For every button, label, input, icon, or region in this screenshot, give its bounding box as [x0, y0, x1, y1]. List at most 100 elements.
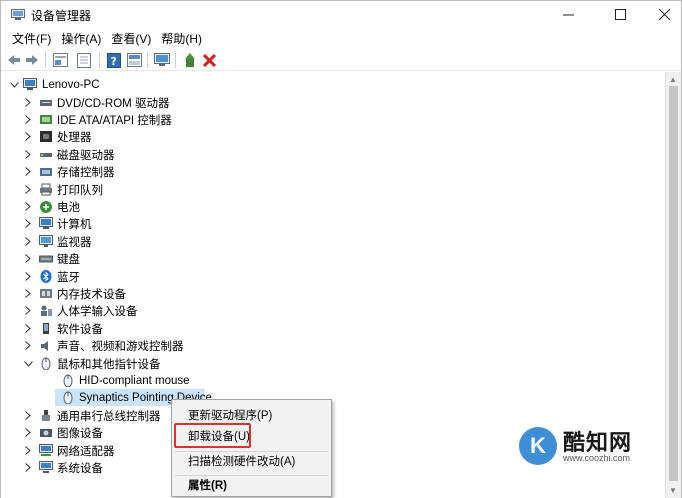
printer-icon: [39, 183, 53, 196]
tree-item-label: 系统设备: [57, 462, 103, 475]
tree-category-row[interactable]: 鼠标和其他指针设备: [1, 355, 661, 372]
context-scan-hardware[interactable]: 扫描检测硬件改动(A): [172, 452, 331, 472]
tree-category-row[interactable]: DVD/CD-ROM 驱动器: [1, 94, 661, 111]
chevron-right-icon[interactable]: [23, 115, 33, 125]
tree-category-row[interactable]: 键盘: [1, 250, 661, 267]
processor-icon: [39, 130, 53, 143]
tree-category-row[interactable]: 打印队列: [1, 181, 661, 198]
chevron-right-icon[interactable]: [23, 167, 33, 177]
chevron-right-icon[interactable]: [23, 324, 33, 334]
tree-item-label: 蓝牙: [57, 271, 80, 284]
tree-item-label: 处理器: [57, 131, 92, 144]
ide-controller-icon: [39, 113, 53, 126]
tree-item-label: 键盘: [57, 253, 80, 266]
chevron-right-icon[interactable]: [23, 463, 33, 473]
tree-category-row[interactable]: 处理器: [1, 128, 661, 145]
usb-icon: [39, 409, 53, 422]
disable-device-icon[interactable]: [181, 51, 199, 69]
battery-icon: [39, 200, 53, 213]
forward-icon[interactable]: [23, 51, 41, 69]
chevron-down-icon[interactable]: [9, 80, 19, 90]
chevron-right-icon[interactable]: [23, 237, 33, 247]
tree-category-row[interactable]: 监视器: [1, 233, 661, 250]
maximize-button[interactable]: [598, 1, 643, 28]
tree-category-row[interactable]: 声音、视频和游戏控制器: [1, 337, 661, 354]
chevron-right-icon[interactable]: [23, 446, 33, 456]
toolbar: ?: [1, 49, 681, 71]
chevron-right-icon[interactable]: [23, 219, 33, 229]
chevron-right-icon[interactable]: [23, 132, 33, 142]
window-title: 设备管理器: [31, 9, 92, 23]
tree-category-row[interactable]: IDE ATA/ATAPI 控制器: [1, 111, 661, 128]
scroll-down-arrow-icon[interactable]: ▼: [669, 486, 677, 495]
chevron-right-icon[interactable]: [23, 306, 33, 316]
chevron-right-icon[interactable]: [23, 185, 33, 195]
chevron-down-icon[interactable]: [23, 359, 33, 369]
toolbar-separator: [45, 52, 46, 68]
menu-help[interactable]: 帮助(H): [156, 29, 207, 49]
chevron-right-icon[interactable]: [23, 150, 33, 160]
tree-item-label: 电池: [57, 201, 80, 214]
tree-category-row[interactable]: 软件设备: [1, 320, 661, 337]
chevron-right-icon[interactable]: [23, 428, 33, 438]
context-menu: 更新驱动程序(P) 卸载设备(U) 扫描检测硬件改动(A) 属性(R): [171, 399, 332, 497]
speaker-icon: [39, 339, 53, 352]
menu-view[interactable]: 查看(V): [106, 29, 156, 49]
scan-icon[interactable]: [125, 51, 143, 69]
mouse-icon: [39, 357, 53, 370]
chevron-right-icon[interactable]: [23, 98, 33, 108]
title-bar: 设备管理器: [1, 1, 681, 28]
tree-item-label: 通用串行总线控制器: [57, 410, 161, 423]
back-icon[interactable]: [5, 51, 23, 69]
context-properties[interactable]: 属性(R): [172, 476, 331, 496]
properties-icon[interactable]: [51, 51, 69, 69]
computer-icon: [39, 217, 53, 230]
tree-category-row[interactable]: 电池: [1, 198, 661, 215]
update-driver-icon[interactable]: [153, 51, 171, 69]
show-hidden-icon[interactable]: [75, 51, 93, 69]
chevron-right-icon[interactable]: [23, 272, 33, 282]
tree-category-row[interactable]: 人体学输入设备: [1, 302, 661, 319]
menu-file[interactable]: 文件(F): [7, 29, 56, 49]
scroll-up-arrow-icon[interactable]: ▲: [669, 75, 677, 84]
hid-icon: [39, 304, 53, 317]
chevron-right-icon[interactable]: [23, 254, 33, 264]
mouse-icon: [61, 374, 75, 387]
tree-item-label: 监视器: [57, 236, 92, 249]
svg-text:?: ?: [111, 55, 117, 68]
tree-root[interactable]: Lenovo-PC: [1, 76, 661, 93]
tree-item-label: 鼠标和其他指针设备: [57, 358, 161, 371]
network-icon: [39, 444, 53, 457]
tree-category-row[interactable]: 计算机: [1, 215, 661, 232]
device-manager-window: 设备管理器 文件(F) 操作(A) 查看(V) 帮助(H) ? Lenovo-P…: [0, 0, 682, 498]
tree-item-label: DVD/CD-ROM 驱动器: [57, 97, 170, 110]
chevron-right-icon[interactable]: [23, 411, 33, 421]
close-button[interactable]: [642, 1, 682, 28]
tree-item-label: 存储控制器: [57, 166, 115, 179]
tree-device-row[interactable]: HID-compliant mouse: [1, 372, 661, 389]
menu-bar: 文件(F) 操作(A) 查看(V) 帮助(H): [1, 29, 681, 49]
tree-item-label: 软件设备: [57, 323, 103, 336]
monitor-icon: [39, 235, 53, 248]
storage-controller-icon: [39, 165, 53, 178]
tree-category-row[interactable]: 内存技术设备: [1, 285, 661, 302]
chevron-right-icon[interactable]: [23, 341, 33, 351]
tree-category-row[interactable]: 磁盘驱动器: [1, 146, 661, 163]
tree-item-label: 打印队列: [57, 184, 103, 197]
tree-root-label: Lenovo-PC: [42, 78, 100, 91]
chevron-right-icon[interactable]: [23, 289, 33, 299]
tree-category-row[interactable]: 蓝牙: [1, 268, 661, 285]
disk-drive-icon: [39, 148, 53, 161]
software-device-icon: [39, 322, 53, 335]
help-icon[interactable]: ?: [105, 51, 123, 69]
tree-item-label: 图像设备: [57, 427, 103, 440]
watermark-url: www.coozhi.com: [563, 453, 631, 463]
tree-category-row[interactable]: 存储控制器: [1, 163, 661, 180]
uninstall-icon[interactable]: [200, 51, 218, 69]
minimize-button[interactable]: [546, 1, 591, 28]
scrollbar-thumb[interactable]: [669, 86, 678, 481]
chevron-right-icon[interactable]: [23, 202, 33, 212]
menu-action[interactable]: 操作(A): [56, 29, 106, 49]
tree-item-label: HID-compliant mouse: [79, 374, 190, 387]
mouse-icon: [61, 391, 75, 404]
